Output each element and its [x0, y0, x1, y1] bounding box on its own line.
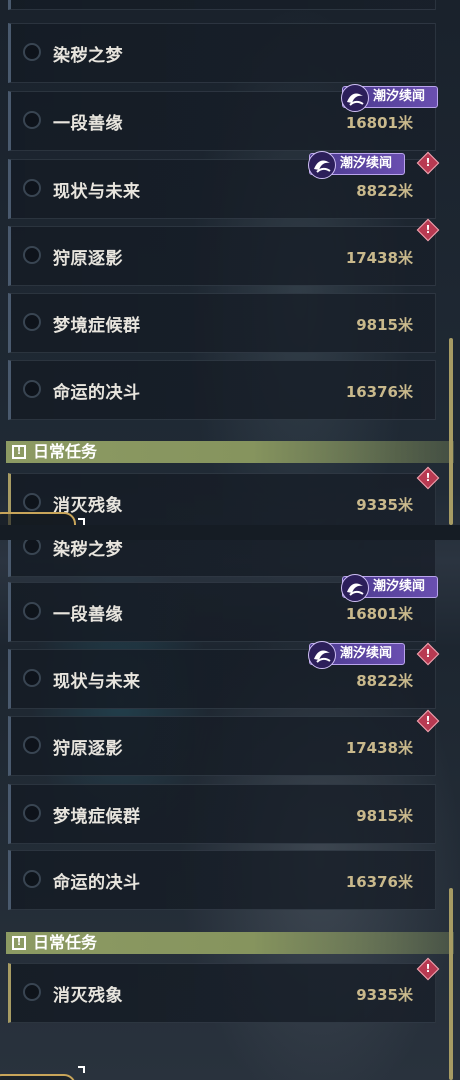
quest-distance: 9815米 [356, 807, 413, 825]
tag-label: 潮汐续闻 [340, 646, 393, 661]
quest-distance: 8822米 [356, 672, 413, 690]
tag-label: 潮汐续闻 [373, 579, 426, 594]
quest-name: 一段善缘 [53, 114, 123, 134]
quest-name: 染秽之梦 [53, 46, 123, 66]
tide-wave-icon [308, 151, 336, 179]
quest-distance: 17438米 [345, 249, 413, 267]
corner-bracket [78, 518, 85, 525]
radio-circle-icon[interactable] [23, 669, 41, 687]
radio-circle-icon[interactable] [23, 804, 41, 822]
corner-bracket [78, 1066, 85, 1073]
radio-circle-icon[interactable] [23, 380, 41, 398]
radio-circle-icon[interactable] [23, 179, 41, 197]
quest-name: 染秽之梦 [53, 540, 123, 560]
tide-tag: 潮汐续闻 [341, 574, 438, 602]
tide-wave-icon [308, 641, 336, 669]
quest-distance: 16376米 [345, 873, 413, 891]
quest-name: 一段善缘 [53, 605, 123, 625]
daily-tasks-header: ! 日常任务 [6, 441, 454, 463]
quest-distance: 9335米 [356, 986, 413, 1004]
quest-distance: 16376米 [345, 383, 413, 401]
quest-list-panel-bottom[interactable]: 染秽之梦 一段善缘 16801米 潮汐续闻 现状与未来 8822米 潮汐续闻 !… [0, 540, 460, 1080]
radio-circle-icon[interactable] [23, 736, 41, 754]
radio-circle-icon[interactable] [23, 540, 41, 555]
quest-card-5[interactable]: 梦境症候群 9815米 [8, 784, 436, 844]
quest-card-7[interactable]: 消灭残象 9335米 [8, 963, 436, 1023]
quest-name: 狩原逐影 [53, 739, 123, 759]
quest-card-1[interactable]: 染秽之梦 [8, 23, 436, 83]
quest-distance: 9335米 [356, 496, 413, 514]
quest-list-panel-top[interactable]: 染秽之梦 一段善缘 16801米 潮汐续闻 现状与未来 8822米 潮汐续闻 !… [0, 0, 460, 525]
tide-wave-icon [341, 84, 369, 112]
quest-name: 消灭残象 [53, 986, 123, 1006]
quest-card-4[interactable]: 狩原逐影 17438米 [8, 716, 436, 776]
quest-card-partial[interactable] [8, 0, 436, 10]
tide-tag: 潮汐续闻 [308, 641, 405, 669]
quest-distance: 8822米 [356, 182, 413, 200]
scrollbar-thumb[interactable] [449, 338, 453, 525]
quest-distance: 9815米 [356, 316, 413, 334]
radio-circle-icon[interactable] [23, 313, 41, 331]
quest-name: 现状与未来 [53, 672, 141, 692]
tide-tag: 潮汐续闻 [308, 151, 405, 179]
quest-card-6[interactable]: 命运的决斗 16376米 [8, 850, 436, 910]
daily-tasks-title: 日常任务 [33, 933, 98, 952]
tide-wave-icon [341, 574, 369, 602]
daily-tasks-header: ! 日常任务 [6, 932, 454, 954]
daily-tasks-title: 日常任务 [33, 442, 98, 461]
quest-name: 梦境症候群 [53, 316, 141, 336]
screenshot-seam [0, 525, 460, 540]
quest-name: 命运的决斗 [53, 873, 141, 893]
tag-label: 潮汐续闻 [340, 156, 393, 171]
radio-circle-icon[interactable] [23, 111, 41, 129]
radio-circle-icon[interactable] [23, 983, 41, 1001]
quest-name: 梦境症候群 [53, 807, 141, 827]
tide-tag: 潮汐续闻 [341, 84, 438, 112]
quest-card-6[interactable]: 命运的决斗 16376米 [8, 360, 436, 420]
quest-distance: 16801米 [345, 605, 413, 623]
radio-circle-icon[interactable] [23, 43, 41, 61]
quest-name: 命运的决斗 [53, 383, 141, 403]
radio-circle-icon[interactable] [23, 493, 41, 511]
radio-circle-icon[interactable] [23, 602, 41, 620]
quest-name: 现状与未来 [53, 182, 141, 202]
scrollbar-thumb[interactable] [449, 888, 453, 1080]
tag-label: 潮汐续闻 [373, 89, 426, 104]
quest-card-1-partial[interactable]: 染秽之梦 [8, 540, 436, 577]
radio-circle-icon[interactable] [23, 870, 41, 888]
quest-name: 狩原逐影 [53, 249, 123, 269]
quest-distance: 16801米 [345, 114, 413, 132]
corner-button[interactable] [0, 1074, 76, 1080]
radio-circle-icon[interactable] [23, 246, 41, 264]
quest-card-4[interactable]: 狩原逐影 17438米 [8, 226, 436, 286]
exclamation-square-icon: ! [12, 445, 26, 459]
quest-distance: 17438米 [345, 739, 413, 757]
quest-card-5[interactable]: 梦境症候群 9815米 [8, 293, 436, 353]
corner-button[interactable] [0, 512, 76, 525]
exclamation-square-icon: ! [12, 936, 26, 950]
